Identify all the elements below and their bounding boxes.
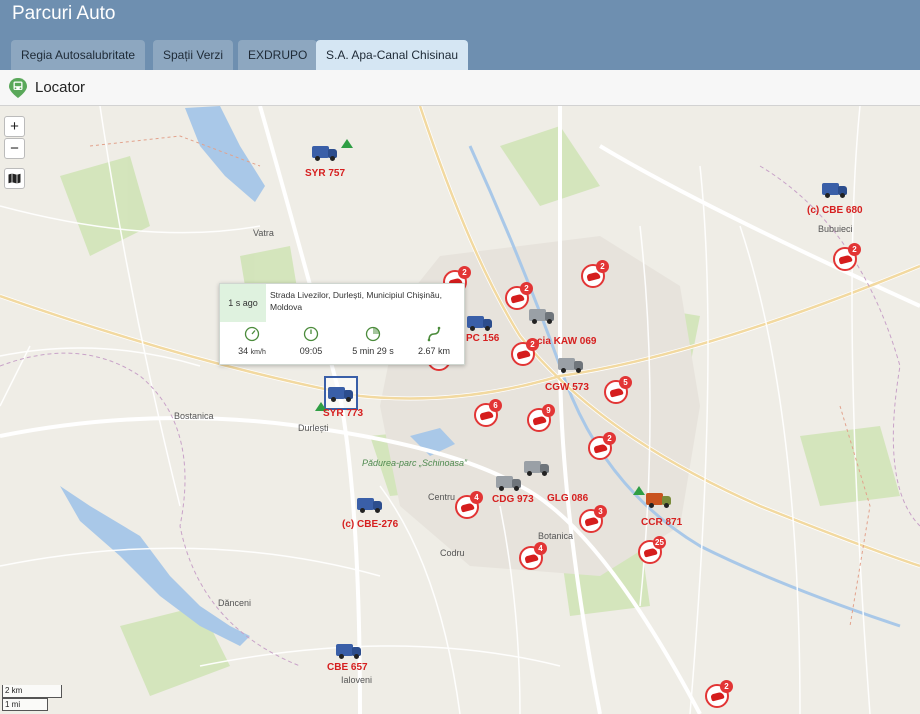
page-title: Locator xyxy=(35,79,86,96)
truck-marker[interactable] xyxy=(328,385,354,402)
cluster-count: 4 xyxy=(470,491,483,504)
cluster-count: 2 xyxy=(848,243,861,256)
cluster-count: 9 xyxy=(542,404,555,417)
vehicle-cluster-marker[interactable]: 2 xyxy=(511,338,539,366)
truck-marker[interactable] xyxy=(336,642,362,659)
vehicle-label[interactable]: (c) CBE-276 xyxy=(342,519,398,530)
vehicle-cluster-marker[interactable]: 2 xyxy=(505,282,533,310)
vehicle-cluster-marker[interactable]: 9 xyxy=(527,404,555,432)
app-title: Parcuri Auto xyxy=(12,3,116,24)
place-label: Botanica xyxy=(538,531,574,541)
time-stat: 09:05 xyxy=(283,326,339,356)
vehicle-label[interactable]: cia KAW 069 xyxy=(537,336,596,347)
place-label: Bubuieci xyxy=(818,224,853,234)
time-value: 09:05 xyxy=(299,346,323,356)
vehicle-label[interactable]: SYR 773 xyxy=(323,408,363,419)
cluster-count: 2 xyxy=(720,680,733,693)
vehicle-label[interactable]: SYR 757 xyxy=(305,168,345,179)
truck-marker[interactable] xyxy=(646,491,672,508)
speed-unit: km/h xyxy=(250,349,266,356)
map-scale: 2 km 1 mi xyxy=(2,685,64,711)
map-tiles xyxy=(0,106,920,714)
duration-value: 5 min 29 s xyxy=(352,346,394,356)
vehicle-label[interactable]: (c) CBE 680 xyxy=(807,205,863,216)
map-layers-icon xyxy=(8,173,21,184)
truck-marker[interactable] xyxy=(357,496,383,513)
truck-marker[interactable] xyxy=(822,181,848,198)
vehicle-cluster-marker[interactable]: 4 xyxy=(455,491,483,519)
vehicle-cluster-marker[interactable]: 2 xyxy=(705,680,733,708)
zoom-out-button[interactable]: − xyxy=(4,138,25,159)
vehicle-label[interactable]: CBE 657 xyxy=(327,662,368,673)
truck-marker[interactable] xyxy=(558,356,584,373)
speedometer-icon xyxy=(244,326,260,342)
truck-marker[interactable] xyxy=(529,307,555,324)
place-label: Vatra xyxy=(253,228,274,238)
zoom-in-button[interactable]: + xyxy=(4,116,25,137)
cluster-count: 3 xyxy=(594,505,607,518)
vehicle-address: Strada Livezilor, Durlești, Municipiul C… xyxy=(270,290,442,312)
cluster-count: 2 xyxy=(520,282,533,295)
duration-icon xyxy=(365,326,381,342)
tab-apa-canal-chisinau[interactable]: S.A. Apa-Canal Chisinau xyxy=(316,40,469,70)
vehicle-label[interactable]: CDG 973 xyxy=(492,494,534,505)
vehicle-cluster-marker[interactable]: 2 xyxy=(581,260,609,288)
tab-regia-autosalubritate[interactable]: Regia Autosalubritate xyxy=(11,40,146,70)
truck-marker[interactable] xyxy=(312,144,338,161)
app-header: Parcuri Auto Regia Autosalubritate Spați… xyxy=(0,0,920,70)
map-layers-button[interactable] xyxy=(4,168,25,189)
place-label: Centru xyxy=(428,492,456,502)
locator-bar: Locator xyxy=(0,70,920,106)
park-label: Pădurea-parc „Schinoasa” xyxy=(362,458,468,468)
direction-arrow xyxy=(341,139,353,148)
cluster-count: 2 xyxy=(603,432,616,445)
distance-icon xyxy=(427,326,441,342)
vehicle-cluster-marker[interactable]: 4 xyxy=(519,542,547,570)
cluster-count: 6 xyxy=(489,399,502,412)
place-label: Ialoveni xyxy=(341,675,373,685)
cluster-count: 2 xyxy=(596,260,609,273)
cluster-count: 4 xyxy=(534,542,547,555)
vehicle-cluster-marker[interactable]: 6 xyxy=(474,399,502,427)
clock-icon xyxy=(303,326,319,342)
distance-value: 2.67 km xyxy=(417,346,450,356)
bus-pin-icon xyxy=(9,78,27,98)
cluster-count: 2 xyxy=(458,266,471,279)
vehicle-cluster-marker[interactable]: 2 xyxy=(588,432,616,460)
last-update-label: 1 s ago xyxy=(220,284,266,322)
cluster-count: 5 xyxy=(619,376,632,389)
place-label: Bostanica xyxy=(174,411,214,421)
truck-marker[interactable] xyxy=(467,314,493,331)
place-label: Codru xyxy=(440,548,465,558)
scale-imperial: 1 mi xyxy=(2,698,48,711)
speed-value: 34 xyxy=(238,346,249,356)
vehicle-label[interactable]: CGW 573 xyxy=(545,382,589,393)
scale-metric: 2 km xyxy=(2,685,62,698)
vehicle-label[interactable]: CCR 871 xyxy=(641,517,682,528)
direction-arrow xyxy=(633,486,645,495)
vehicle-cluster-marker[interactable]: 3 xyxy=(579,505,607,533)
duration-stat: 5 min 29 s xyxy=(345,326,401,356)
vehicle-label[interactable]: PC 156 xyxy=(466,333,499,344)
vehicle-cluster-marker[interactable]: 5 xyxy=(604,376,632,404)
speed-stat: 34 km/h xyxy=(224,326,280,356)
truck-marker[interactable] xyxy=(496,474,522,491)
cluster-count: 25 xyxy=(653,536,666,549)
cluster-count: 2 xyxy=(526,338,539,351)
map-view[interactable]: Vatra Durlești Codru Ialoveni Dănceni Bu… xyxy=(0,106,920,714)
place-label: Dănceni xyxy=(218,598,252,608)
vehicle-cluster-marker[interactable]: 2 xyxy=(833,243,861,271)
distance-stat: 2.67 km xyxy=(406,326,462,356)
vehicle-info-popup[interactable]: 1 s ago Strada Livezilor, Durlești, Muni… xyxy=(219,283,465,365)
place-label: Durlești xyxy=(298,423,329,433)
tab-spatii-verzi[interactable]: Spații Verzi xyxy=(153,40,234,70)
tab-exdrupo[interactable]: EXDRUPO xyxy=(238,40,318,70)
truck-marker[interactable] xyxy=(524,459,550,476)
vehicle-label[interactable]: GLG 086 xyxy=(547,493,588,504)
vehicle-cluster-marker[interactable]: 25 xyxy=(638,536,666,564)
